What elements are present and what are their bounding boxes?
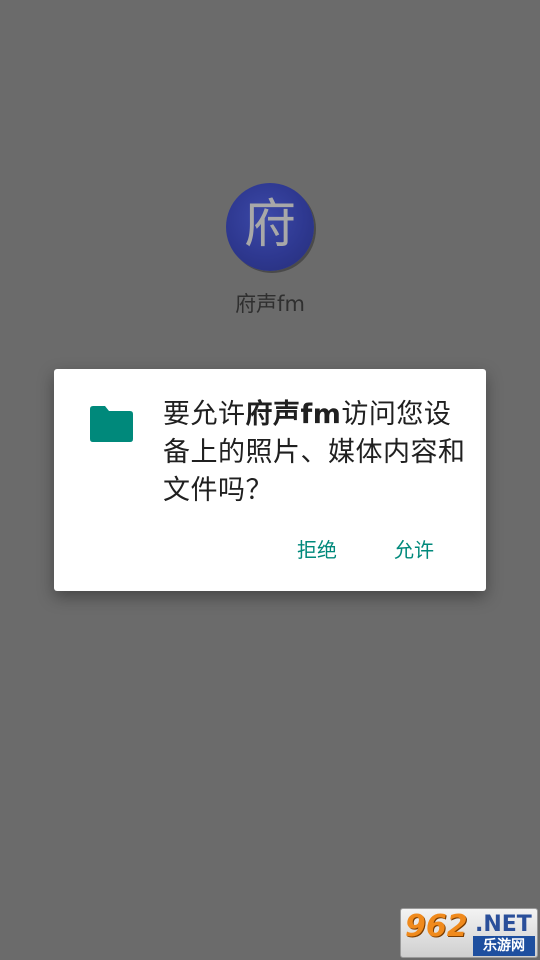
watermark-site-name: 乐游网 [473,936,535,956]
watermark-logo: 962 .NET 乐游网 [400,908,538,958]
dialog-actions: 拒绝 允许 [54,535,486,565]
watermark-number: 962 [405,909,468,944]
allow-button[interactable]: 允许 [394,535,434,565]
message-app-name: 府声fm [245,399,342,430]
permission-dialog: 要允许府声fm访问您设备上的照片、媒体内容和文件吗？ 拒绝 允许 [54,369,486,591]
permission-message: 要允许府声fm访问您设备上的照片、媒体内容和文件吗？ [163,396,468,510]
app-logo-char: 府 [243,195,296,255]
folder-icon [90,406,133,442]
message-prefix: 要允许 [163,399,246,430]
watermark-domain: .NET [475,912,532,937]
deny-button[interactable]: 拒绝 [297,535,337,565]
app-name: 府声fm [235,292,305,316]
app-logo-icon: 府 [226,183,314,271]
